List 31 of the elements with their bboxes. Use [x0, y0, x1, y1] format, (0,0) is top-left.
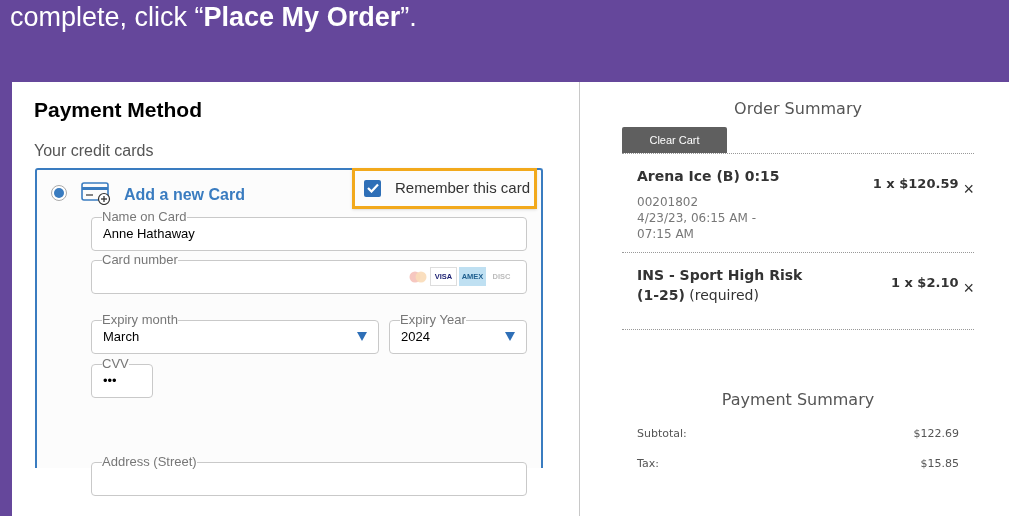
summary-value: $15.85: [920, 456, 959, 472]
summary-label: Tax:: [637, 456, 659, 472]
summary-value: $122.69: [913, 426, 959, 442]
dropdown-caret-icon: [505, 332, 515, 341]
card-logo-icon: [408, 269, 428, 284]
item-name: INS - Sport High Risk: [637, 266, 803, 285]
remove-button[interactable]: ×: [963, 280, 974, 296]
item-name: (1-25) (required): [637, 286, 759, 305]
clear-cart-button[interactable]: Clear Cart: [622, 127, 727, 153]
add-card-icon: [81, 181, 111, 205]
remove-button[interactable]: ×: [963, 181, 974, 197]
item-price: 1 x $120.59: [872, 176, 959, 192]
radio-button[interactable]: [51, 185, 67, 201]
item-name: Arena Ice (B) 0:15: [637, 167, 780, 186]
item-price: 1 x $2.10: [890, 275, 959, 291]
section-title: Payment Method: [34, 98, 204, 122]
text-field[interactable]: Address (Street): [91, 456, 527, 496]
section-subtitle: Your credit cards: [34, 142, 154, 160]
payment-summary-title: Payment Summary: [720, 390, 876, 410]
add-card-label[interactable]: Add a new Card: [124, 182, 245, 207]
dropdown-caret-icon: [357, 332, 367, 341]
dropdown-field[interactable]: Expiry month March: [91, 314, 379, 354]
remember-checkbox[interactable]: [364, 179, 381, 197]
item-details: 00201802 4/23/23, 06:15 AM - 07:15 AM: [637, 194, 756, 242]
summary-label: Subtotal:: [637, 426, 687, 442]
order-summary-title: Order Summary: [733, 99, 863, 119]
instruction-text: complete, click “Place My Order”.: [10, 2, 417, 32]
text-field[interactable]: Name on Card Anne Hathaway: [91, 211, 527, 251]
dropdown-field[interactable]: Expiry Year 2024: [389, 314, 527, 354]
text-field[interactable]: CVV •••: [91, 358, 153, 398]
remember-card-label[interactable]: Remember this card: [395, 176, 531, 200]
